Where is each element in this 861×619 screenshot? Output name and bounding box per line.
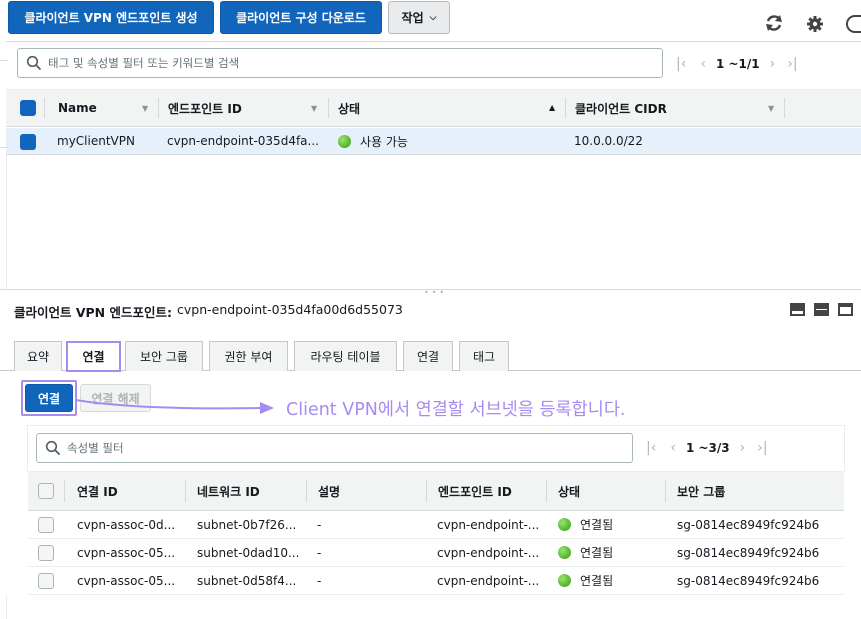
select-all-checkbox[interactable] <box>20 100 36 116</box>
annotation-text: Client VPN에서 연결할 서브넷을 등록합니다. <box>286 400 626 420</box>
column-status[interactable]: 상태 <box>558 472 580 510</box>
prev-page-icon[interactable]: ‹ <box>670 440 676 456</box>
cell-description: - <box>317 573 322 588</box>
row-checkbox[interactable] <box>38 573 54 589</box>
cell-assoc-id: cvpn-assoc-0d... <box>77 517 176 532</box>
panel-split-icon[interactable] <box>814 303 829 316</box>
top-search-placeholder: 태그 및 속성별 필터 또는 키워드별 검색 <box>48 56 240 70</box>
cell-security-group: sg-0814ec8949fc924b6 <box>677 573 820 588</box>
cell-network-id: subnet-0d58f4... <box>197 573 297 588</box>
cell-assoc-id: cvpn-assoc-05... <box>77 545 176 560</box>
cell-security-group: sg-0814ec8949fc924b6 <box>677 545 820 560</box>
status-ok-icon <box>558 518 571 531</box>
next-page-icon[interactable]: › <box>740 440 746 456</box>
cell-endpoint-id: cvpn-endpoint-035d4fa... <box>167 134 319 148</box>
column-security-group[interactable]: 보안 그룹 <box>677 472 725 510</box>
column-endpoint-id[interactable]: 엔드포인트 ID <box>438 472 512 510</box>
tab-authorization[interactable]: 권한 부여 <box>209 341 288 371</box>
sort-asc-icon[interactable]: ▲ <box>549 103 555 112</box>
cell-endpoint-id: cvpn-endpoint-... <box>437 517 540 532</box>
settings-gear-icon[interactable] <box>806 15 824 33</box>
status-text: 사용 가능 <box>360 134 408 149</box>
assoc-search-placeholder: 속성별 필터 <box>67 441 124 455</box>
cell-endpoint-id: cvpn-endpoint-... <box>437 573 540 588</box>
first-page-icon[interactable]: |‹ <box>646 440 656 456</box>
table-row[interactable]: cvpn-assoc-05... subnet-0d58f4... - cvpn… <box>28 567 844 595</box>
status-ok-icon <box>558 546 571 559</box>
cell-assoc-id: cvpn-assoc-05... <box>77 573 176 588</box>
sort-icon[interactable]: ▼ <box>768 104 774 113</box>
resize-handle-icon[interactable]: ••• <box>424 288 447 297</box>
chevron-down-icon: ⌵ <box>429 12 437 23</box>
cell-endpoint-id: cvpn-endpoint-... <box>437 545 540 560</box>
tab-connections[interactable]: 연결 <box>403 341 453 371</box>
row-checkbox[interactable] <box>38 545 54 561</box>
cell-network-id: subnet-0b7f26... <box>197 517 297 532</box>
status-text: 연결됨 <box>580 518 614 532</box>
column-description[interactable]: 설명 <box>318 472 340 510</box>
table-row-selected[interactable]: myClientVPN cvpn-endpoint-035d4fa... 사용 … <box>6 128 861 155</box>
create-endpoint-button[interactable]: 클라이언트 VPN 엔드포인트 생성 <box>8 1 214 34</box>
cell-cidr: 10.0.0.0/22 <box>574 134 643 148</box>
assoc-table-header: 연결 ID 네트워크 ID 설명 엔드포인트 ID 상태 보안 그룹 <box>28 471 844 511</box>
prev-page-icon[interactable]: ‹ <box>700 56 706 72</box>
assoc-page-indicator: 1 ~3/3 <box>685 441 730 455</box>
sort-icon[interactable]: ▼ <box>311 104 317 113</box>
detail-title: 클라이언트 VPN 엔드포인트: cvpn-endpoint-035d4fa00… <box>14 302 403 321</box>
last-page-icon[interactable]: ›| <box>787 56 797 72</box>
top-search-input[interactable]: 태그 및 속성별 필터 또는 키워드별 검색 <box>17 48 663 78</box>
search-icon <box>26 55 42 71</box>
associate-button[interactable]: 연결 <box>25 384 73 412</box>
detail-endpoint-value: cvpn-endpoint-035d4fa00d6d55073 <box>177 302 403 317</box>
cell-security-group: sg-0814ec8949fc924b6 <box>677 517 820 532</box>
status-text: 연결됨 <box>580 546 614 560</box>
column-network-id[interactable]: 네트워크 ID <box>197 472 260 510</box>
select-all-checkbox[interactable] <box>38 483 54 499</box>
tab-route-table[interactable]: 라우팅 테이블 <box>294 341 397 371</box>
tab-tags[interactable]: 태그 <box>459 341 509 371</box>
search-icon <box>45 440 61 456</box>
tab-security-groups[interactable]: 보안 그룹 <box>125 341 203 371</box>
cell-description: - <box>317 545 322 560</box>
column-status[interactable]: 상태 <box>338 90 360 126</box>
refresh-icon[interactable] <box>763 12 785 34</box>
cell-status: 연결됨 <box>558 511 613 538</box>
next-page-icon[interactable]: › <box>770 56 776 72</box>
last-page-icon[interactable]: ›| <box>757 440 767 456</box>
panel-full-icon[interactable] <box>838 303 853 316</box>
column-assoc-id[interactable]: 연결 ID <box>77 472 118 510</box>
cell-status: 연결됨 <box>558 567 613 594</box>
cell-status: 사용 가능 <box>338 128 408 154</box>
row-checkbox[interactable] <box>38 517 54 533</box>
assoc-search-input[interactable]: 속성별 필터 <box>36 433 633 463</box>
actions-label: 작업 <box>401 11 424 25</box>
detail-label: 클라이언트 VPN 엔드포인트: <box>14 305 172 320</box>
panel-bottom-icon[interactable] <box>790 303 805 316</box>
tab-associations[interactable]: 연결 <box>66 341 121 372</box>
cell-status: 연결됨 <box>558 539 613 566</box>
top-page-indicator: 1 ~1/1 <box>715 57 760 71</box>
download-config-button[interactable]: 클라이언트 구성 다운로드 <box>220 1 382 34</box>
column-endpoint-id[interactable]: 엔드포인트 ID <box>168 90 242 126</box>
cell-network-id: subnet-0dad10... <box>197 545 300 560</box>
assoc-pagination: |‹ ‹ 1 ~3/3 › ›| <box>646 439 768 457</box>
cell-name: myClientVPN <box>57 134 135 148</box>
row-checkbox[interactable] <box>20 134 36 150</box>
help-icon[interactable] <box>846 15 861 33</box>
tab-summary[interactable]: 요약 <box>14 341 62 371</box>
first-page-icon[interactable]: |‹ <box>676 56 686 72</box>
top-pagination: |‹ ‹ 1 ~1/1 › ›| <box>676 55 798 73</box>
actions-button[interactable]: 작업 ⌵ <box>388 1 450 34</box>
cell-description: - <box>317 517 322 532</box>
status-ok-icon <box>338 134 351 148</box>
annotation-arrow-icon <box>76 399 274 414</box>
table-row[interactable]: cvpn-assoc-0d... subnet-0b7f26... - cvpn… <box>28 511 844 539</box>
top-table-header: Name ▼ 엔드포인트 ID ▼ 상태 ▲ 클라이언트 CIDR ▼ <box>6 89 861 127</box>
table-row[interactable]: cvpn-assoc-05... subnet-0dad10... - cvpn… <box>28 539 844 567</box>
column-name[interactable]: Name <box>58 90 97 126</box>
sort-icon[interactable]: ▼ <box>142 104 148 113</box>
column-client-cidr[interactable]: 클라이언트 CIDR <box>575 90 667 126</box>
status-text: 연결됨 <box>580 574 614 588</box>
status-ok-icon <box>558 574 571 587</box>
